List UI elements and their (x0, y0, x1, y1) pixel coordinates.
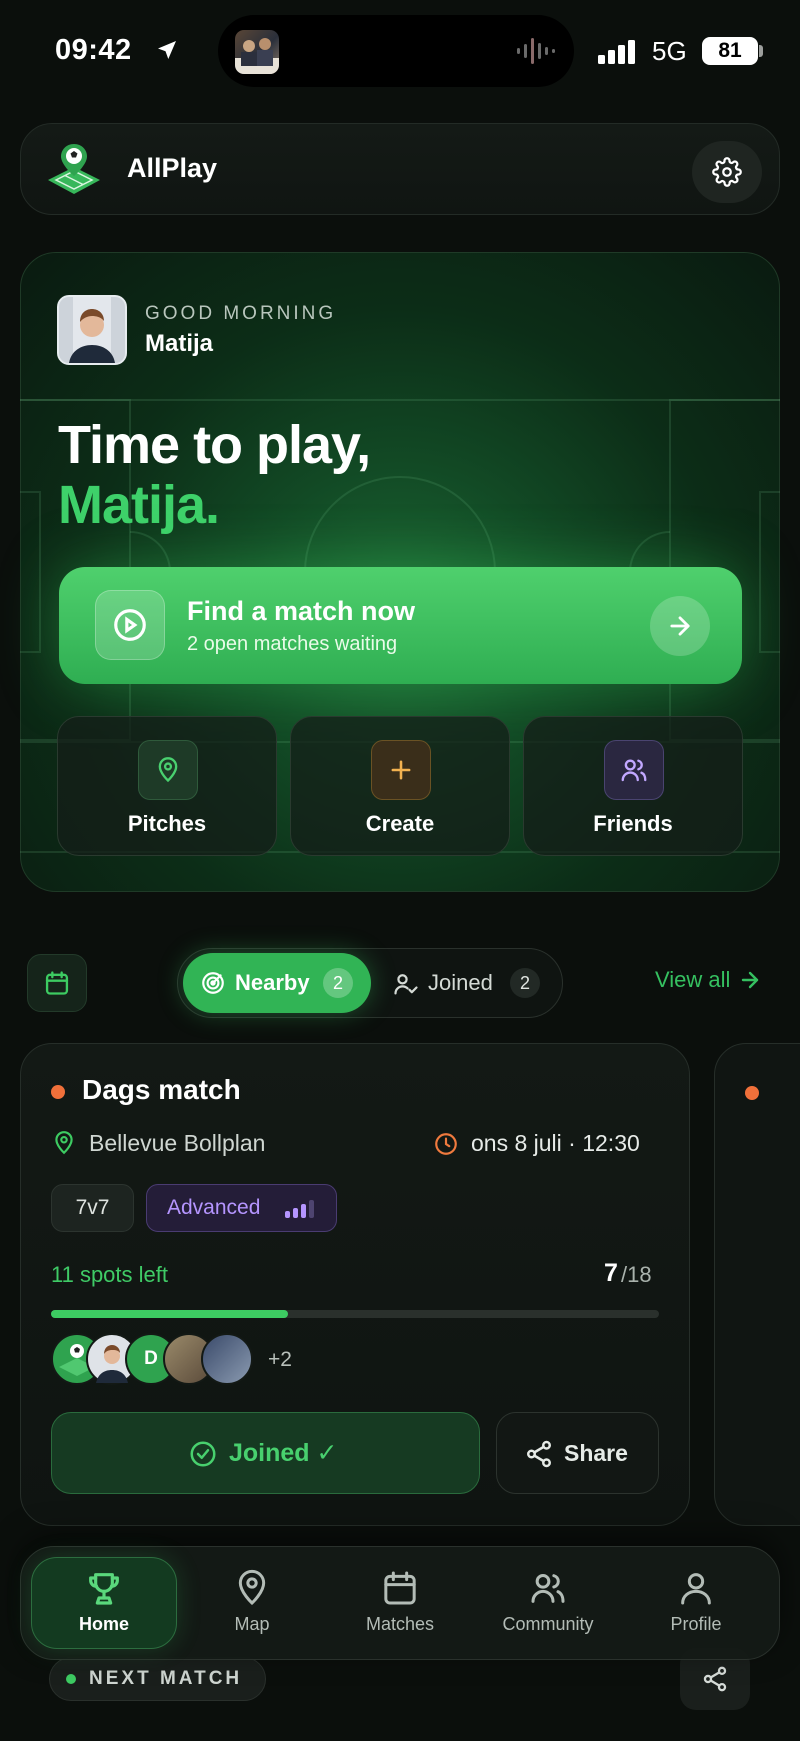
quick-action-label: Friends (593, 811, 673, 836)
players-count: 7 (604, 1259, 618, 1287)
nav-label: Community (502, 1614, 594, 1634)
match-location: Bellevue Bollplan (89, 1130, 266, 1156)
gear-icon (712, 157, 742, 187)
status-dot (51, 1085, 65, 1099)
match-title: Dags match (82, 1074, 241, 1105)
tab-joined-count: 2 (510, 968, 540, 998)
players-total: /18 (621, 1262, 652, 1287)
app-title: AllPlay (127, 153, 218, 183)
battery-cap (759, 45, 763, 57)
hero-headline: Time to play, (58, 415, 371, 475)
pitch-pin-logo-icon (48, 144, 100, 194)
user-avatar[interactable] (57, 295, 127, 365)
nav-label: Matches (365, 1614, 435, 1634)
nav-label: Map (234, 1614, 270, 1634)
nav-item-home[interactable]: Home (34, 1568, 174, 1635)
view-all-link[interactable]: View all (655, 967, 762, 993)
nav-item-profile[interactable]: Profile (626, 1568, 766, 1635)
plus-icon (371, 740, 431, 800)
nav-item-community[interactable]: Community (478, 1568, 618, 1635)
greeting-label: GOOD MORNING (145, 303, 337, 324)
nav-item-matches[interactable]: Matches (330, 1568, 470, 1635)
clock-icon (435, 1133, 457, 1155)
user-check-icon (394, 974, 418, 995)
status-time: 09:42 (55, 34, 132, 66)
hero-headline-name: Matija. (58, 475, 220, 535)
quick-action-create[interactable]: Create (290, 716, 510, 856)
share-icon (703, 1666, 727, 1692)
joined-button-label: Joined ✓ (229, 1439, 338, 1467)
more-players-count: +2 (268, 1348, 292, 1371)
player-avatar (201, 1333, 253, 1385)
find-match-title: Find a match now (187, 596, 416, 626)
media-thumbnail[interactable] (235, 30, 279, 74)
nav-item-map[interactable]: Map (182, 1568, 322, 1635)
tab-joined[interactable]: Joined (428, 970, 493, 996)
play-circle-icon (95, 590, 165, 660)
tab-nearby-count: 2 (323, 968, 353, 998)
map-pin-icon (138, 740, 198, 800)
match-datetime: ons 8 juli · 12:30 (471, 1130, 640, 1156)
trophy-icon (89, 1573, 119, 1605)
settings-button[interactable] (692, 141, 762, 203)
arrow-right-icon (650, 596, 710, 656)
level-bars-icon (285, 1200, 314, 1218)
quick-action-label: Create (365, 811, 435, 836)
next-match-card-peek[interactable] (714, 1043, 800, 1526)
live-dot (745, 1086, 759, 1100)
calendar-icon (384, 1571, 416, 1605)
audio-wave-icon (517, 38, 555, 64)
radar-icon (202, 972, 224, 994)
quick-action-friends[interactable]: Friends (523, 716, 743, 856)
user-icon (681, 1573, 711, 1605)
network-type: 5G (652, 36, 687, 66)
share-button-label: Share (564, 1440, 628, 1466)
map-pin-icon (238, 1569, 266, 1606)
quick-action-label: Pitches (127, 811, 207, 836)
greeting-name: Matija (145, 330, 214, 357)
users-icon (531, 1574, 565, 1603)
check-circle-icon (190, 1441, 216, 1467)
location-arrow-icon (158, 41, 176, 59)
map-pin-icon (55, 1131, 73, 1155)
next-match-label: NEXT MATCH (89, 1668, 243, 1689)
format-chip: 7v7 (51, 1184, 134, 1232)
tab-nearby-label[interactable]: Nearby (235, 970, 310, 996)
capacity-progress-fill (51, 1310, 288, 1318)
level-chip: Advanced (146, 1184, 337, 1232)
nav-label: Profile (670, 1614, 722, 1634)
battery-indicator: 81 (702, 37, 758, 65)
users-icon (604, 740, 664, 800)
view-all-label: View all (655, 967, 731, 992)
nav-label: Home (78, 1614, 129, 1634)
arrow-right-icon (742, 971, 759, 989)
cellular-signal-icon (598, 40, 635, 64)
calendar-icon (45, 971, 69, 995)
calendar-filter-button[interactable] (27, 954, 87, 1012)
share-icon (527, 1440, 551, 1468)
next-match-dot (66, 1674, 76, 1684)
level-label: Advanced (167, 1196, 261, 1219)
spots-left: 11 spots left (51, 1262, 168, 1287)
find-match-subtitle: 2 open matches waiting (187, 633, 398, 655)
quick-action-pitches[interactable]: Pitches (57, 716, 277, 856)
